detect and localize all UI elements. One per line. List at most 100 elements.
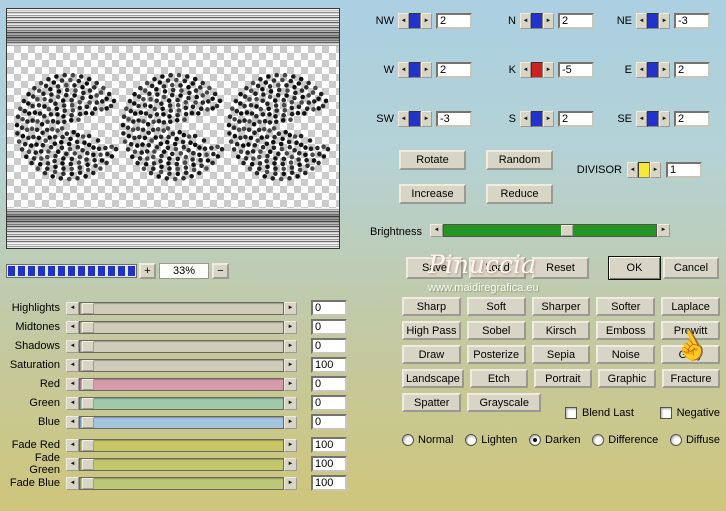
- kernel-k-value-field[interactable]: [558, 62, 594, 78]
- slider-value-field[interactable]: [311, 300, 347, 316]
- slider-left-arrow-icon[interactable]: ◄: [66, 339, 79, 353]
- kernel-ne-spinner-decrement-arrow-icon[interactable]: ◄: [636, 13, 647, 29]
- reset-button[interactable]: Reset: [532, 257, 589, 279]
- divisor-spinner-increment-arrow-icon[interactable]: ►: [650, 162, 661, 178]
- kernel-se-spinner-increment-arrow-icon[interactable]: ►: [659, 111, 670, 127]
- slider-value-field[interactable]: [311, 357, 347, 373]
- load-button[interactable]: Load: [469, 257, 526, 279]
- filter-button-draw[interactable]: Draw: [402, 345, 461, 364]
- kernel-ne-spinner-increment-arrow-icon[interactable]: ►: [659, 13, 670, 29]
- slider-right-arrow-icon[interactable]: ►: [284, 415, 297, 429]
- slider-thumb[interactable]: [82, 477, 95, 489]
- slider-right-arrow-icon[interactable]: ►: [284, 339, 297, 353]
- kernel-e-spinner-decrement-arrow-icon[interactable]: ◄: [636, 62, 647, 78]
- filter-button-noise[interactable]: Noise: [596, 345, 656, 364]
- save-button[interactable]: Save: [406, 257, 463, 279]
- filter-button-softer[interactable]: Softer: [596, 297, 656, 316]
- slider-right-arrow-icon[interactable]: ►: [284, 358, 297, 372]
- slider-left-arrow-icon[interactable]: ◄: [66, 377, 79, 391]
- filter-button-landscape[interactable]: Landscape: [402, 369, 464, 388]
- filter-button-sepia[interactable]: Sepia: [531, 345, 591, 364]
- radio-button-icon[interactable]: [592, 434, 605, 446]
- slider-value-field[interactable]: [311, 414, 347, 430]
- filter-button-graphic[interactable]: Graphic: [597, 369, 656, 388]
- kernel-w-spinner-increment-arrow-icon[interactable]: ►: [421, 62, 432, 78]
- kernel-se-value-field[interactable]: [674, 111, 710, 127]
- slider-right-arrow-icon[interactable]: ►: [284, 377, 297, 391]
- kernel-nw-spinner-decrement-arrow-icon[interactable]: ◄: [398, 13, 409, 29]
- rotate-button[interactable]: Rotate: [399, 150, 466, 170]
- kernel-k-spinner-decrement-arrow-icon[interactable]: ◄: [520, 62, 531, 78]
- checkbox-box-icon[interactable]: [565, 407, 577, 419]
- filter-button-laplace[interactable]: Laplace: [661, 297, 720, 316]
- kernel-n-spinner-decrement-arrow-icon[interactable]: ◄: [520, 13, 531, 29]
- divisor-value-field[interactable]: [666, 162, 702, 178]
- kernel-sw-spinner-decrement-arrow-icon[interactable]: ◄: [398, 111, 409, 127]
- brightness-left-arrow-icon[interactable]: ◄: [430, 224, 443, 237]
- kernel-w-value-field[interactable]: [436, 62, 472, 78]
- kernel-k-spinner-increment-arrow-icon[interactable]: ►: [543, 62, 554, 78]
- brightness-slider[interactable]: ◄ ►: [430, 224, 670, 238]
- blend-mode-diffuse[interactable]: Diffuse: [669, 434, 720, 446]
- slider-track[interactable]: [79, 358, 284, 372]
- brightness-thumb[interactable]: [560, 225, 573, 236]
- filter-button-soft[interactable]: Soft: [466, 297, 526, 316]
- filter-button-etch[interactable]: Etch: [469, 369, 528, 388]
- slider-thumb[interactable]: [82, 397, 95, 409]
- slider-right-arrow-icon[interactable]: ►: [284, 438, 297, 452]
- kernel-se-spinner-decrement-arrow-icon[interactable]: ◄: [636, 111, 647, 127]
- blend-mode-lighten[interactable]: Lighten: [465, 434, 517, 446]
- filter-button-sharper[interactable]: Sharper: [531, 297, 591, 316]
- slider-left-arrow-icon[interactable]: ◄: [66, 301, 79, 315]
- preview-panel[interactable]: [6, 8, 340, 249]
- slider-track[interactable]: [79, 301, 284, 315]
- blend-mode-difference[interactable]: Difference: [592, 434, 658, 446]
- slider-left-arrow-icon[interactable]: ◄: [66, 457, 79, 471]
- slider-value-field[interactable]: [311, 376, 347, 392]
- divisor-spinner-decrement-arrow-icon[interactable]: ◄: [627, 162, 638, 178]
- ok-button[interactable]: OK: [608, 256, 661, 280]
- slider-right-arrow-icon[interactable]: ►: [284, 320, 297, 334]
- brightness-right-arrow-icon[interactable]: ►: [657, 224, 670, 237]
- slider-value-field[interactable]: [311, 437, 347, 453]
- slider-track[interactable]: [79, 438, 284, 452]
- kernel-w-spinner-decrement-arrow-icon[interactable]: ◄: [398, 62, 409, 78]
- slider-track[interactable]: [79, 339, 284, 353]
- increase-button[interactable]: Increase: [399, 184, 466, 204]
- filter-button-portrait[interactable]: Portrait: [533, 369, 592, 388]
- filter-button-posterize[interactable]: Posterize: [466, 345, 526, 364]
- slider-right-arrow-icon[interactable]: ►: [284, 301, 297, 315]
- slider-value-field[interactable]: [311, 338, 347, 354]
- random-button[interactable]: Random: [486, 150, 553, 170]
- slider-left-arrow-icon[interactable]: ◄: [66, 396, 79, 410]
- slider-left-arrow-icon[interactable]: ◄: [66, 320, 79, 334]
- slider-thumb[interactable]: [82, 439, 95, 451]
- radio-button-icon[interactable]: [529, 434, 542, 446]
- slider-track[interactable]: [79, 396, 284, 410]
- slider-left-arrow-icon[interactable]: ◄: [66, 415, 79, 429]
- blend-mode-darken[interactable]: Darken: [529, 434, 581, 446]
- kernel-e-spinner-increment-arrow-icon[interactable]: ►: [659, 62, 670, 78]
- kernel-s-value-field[interactable]: [558, 111, 594, 127]
- kernel-e-value-field[interactable]: [674, 62, 710, 78]
- checkbox-box-icon[interactable]: [659, 407, 672, 419]
- slider-left-arrow-icon[interactable]: ◄: [66, 358, 79, 372]
- zoom-in-button[interactable]: +: [139, 263, 156, 279]
- filter-button-sharp[interactable]: Sharp: [402, 297, 461, 316]
- slider-thumb[interactable]: [82, 302, 95, 314]
- checkbox-negative[interactable]: Negative: [659, 407, 720, 419]
- kernel-nw-spinner-increment-arrow-icon[interactable]: ►: [421, 13, 432, 29]
- slider-right-arrow-icon[interactable]: ►: [284, 476, 297, 490]
- filter-button-kirsch[interactable]: Kirsch: [531, 321, 591, 340]
- slider-value-field[interactable]: [311, 395, 347, 411]
- reduce-button[interactable]: Reduce: [486, 184, 553, 204]
- kernel-sw-spinner-increment-arrow-icon[interactable]: ►: [421, 111, 432, 127]
- filter-button-grayscale[interactable]: Grayscale: [467, 393, 541, 412]
- slider-thumb[interactable]: [82, 458, 95, 470]
- checkbox-blend-last[interactable]: Blend Last: [565, 407, 634, 419]
- radio-button-icon[interactable]: [669, 434, 682, 446]
- slider-track[interactable]: [79, 476, 284, 490]
- slider-left-arrow-icon[interactable]: ◄: [66, 476, 79, 490]
- brightness-track[interactable]: [443, 224, 657, 237]
- slider-thumb[interactable]: [82, 340, 95, 352]
